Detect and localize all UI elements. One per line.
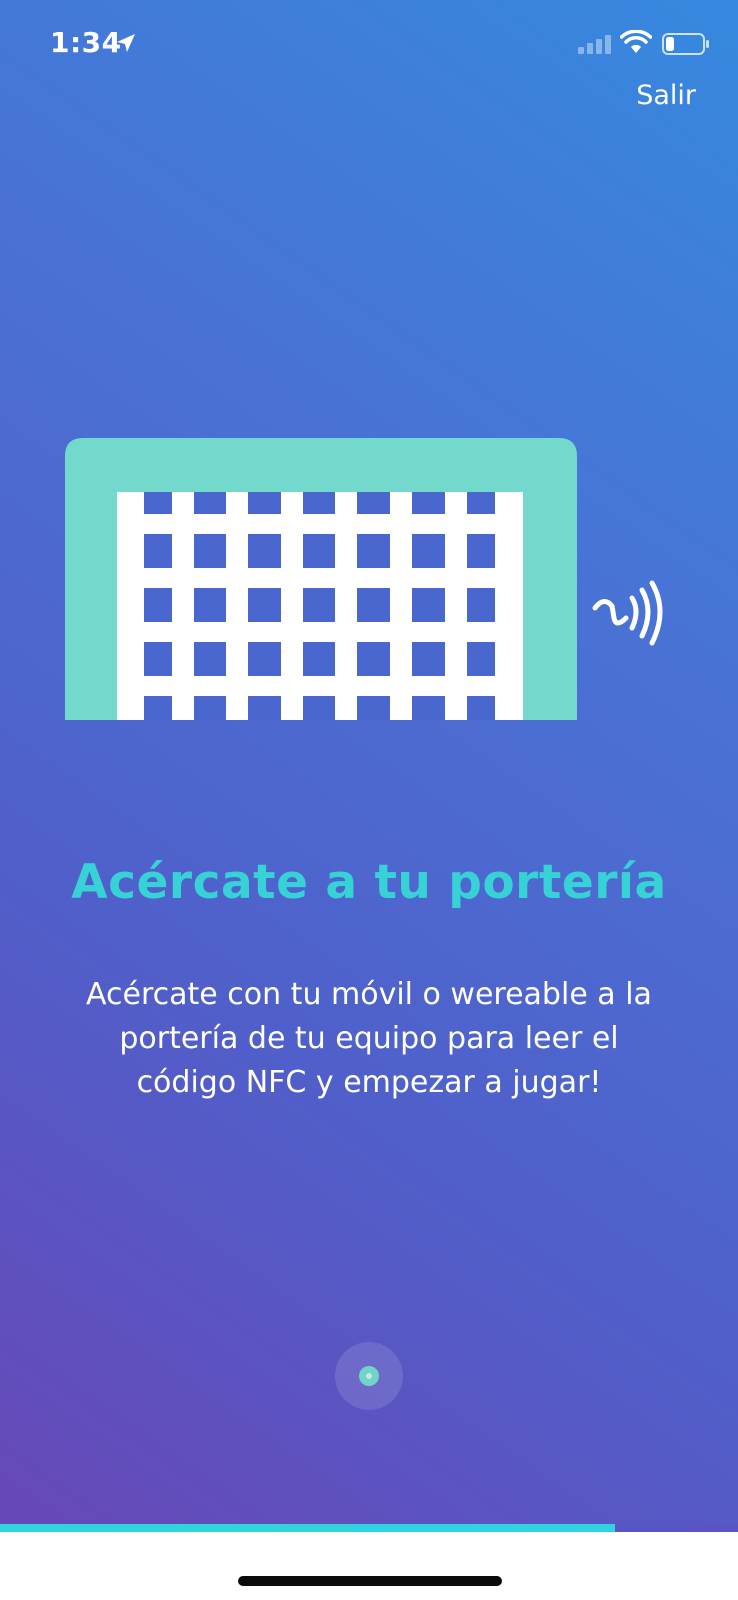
battery-icon: [662, 33, 710, 59]
nfc-icon: [590, 578, 670, 652]
wifi-icon: [619, 29, 653, 58]
page-title: Acércate a tu portería: [71, 855, 667, 910]
exit-button[interactable]: Salir: [636, 80, 696, 111]
cellular-signal-icon: [578, 34, 614, 58]
location-arrow-icon: [116, 33, 136, 57]
description-text: Acércate con tu móvil o wereable a la po…: [86, 977, 652, 1100]
progress-bar-fill: [0, 1524, 615, 1532]
page-indicator: [335, 1342, 403, 1410]
progress-bar: [0, 1524, 738, 1532]
soccer-goal-icon: [65, 438, 577, 724]
bottom-area: [0, 1532, 738, 1600]
onboarding-screen: 1:34 Salir Acércate a tu portería Acérca…: [0, 0, 738, 1600]
home-indicator[interactable]: [238, 1576, 502, 1586]
status-time: 1:34: [50, 26, 122, 59]
page-indicator-dot-active: [359, 1366, 379, 1386]
